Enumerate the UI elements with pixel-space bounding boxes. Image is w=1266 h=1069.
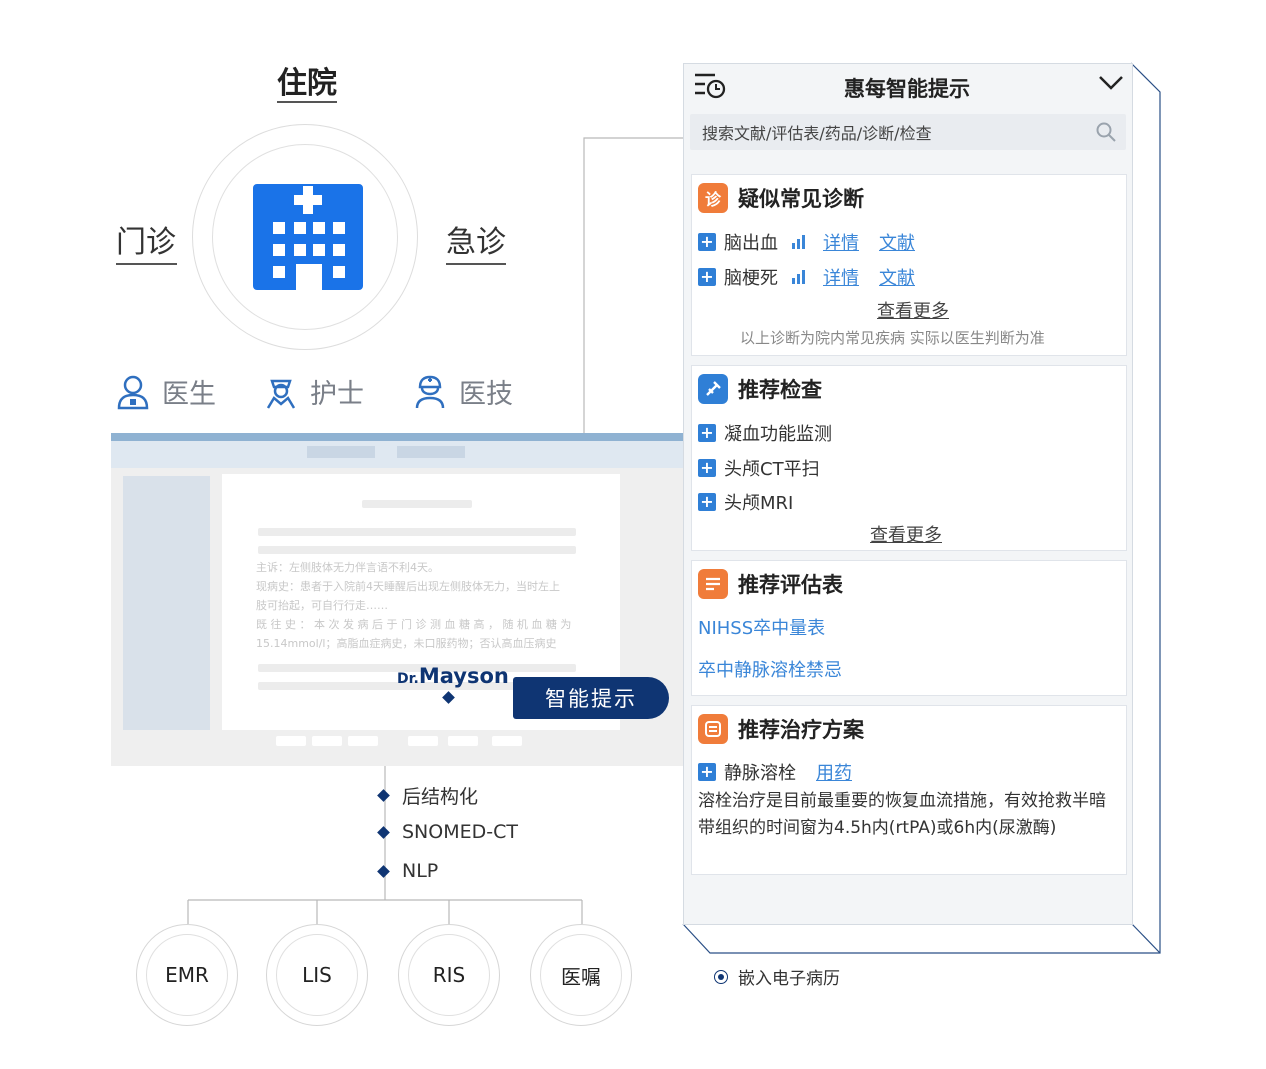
treatment-description: 溶栓治疗是目前最重要的恢复血流措施，有效抢救半暗带组织的时间窗为4.5h内(rt…: [698, 791, 1106, 838]
add-icon[interactable]: +: [698, 459, 716, 477]
dept-emergency-underline: [446, 263, 506, 265]
role-technician-label: 医技: [459, 379, 513, 410]
see-more-link[interactable]: 查看更多: [870, 521, 942, 547]
bullet-diamond: [377, 825, 390, 839]
emr-window-toolbar: [111, 441, 683, 468]
detail-link[interactable]: 详情: [823, 229, 859, 255]
technician-icon: [415, 375, 445, 408]
diagnosis-card: 诊 疑似常见诊断 + 脑出血 详情 文献 + 脑梗死 详情 文献 查看更多 以上…: [691, 174, 1127, 356]
add-icon[interactable]: +: [698, 268, 716, 286]
diagnosis-icon: 诊: [698, 183, 728, 213]
bullet-diamond: [377, 864, 390, 878]
literature-link[interactable]: 文献: [879, 264, 915, 290]
assessments-card: 推荐评估表 NIHSS卒中量表 卒中静脉溶栓禁忌: [691, 560, 1127, 696]
role-doctor-label: 医生: [162, 379, 216, 410]
system-orders: 医嘱: [530, 924, 632, 1026]
panel-title: 惠每智能提示: [844, 77, 970, 101]
exams-title: 推荐检查: [738, 378, 822, 402]
dept-inpatient: 住院: [277, 66, 337, 101]
treatment-card: 推荐治疗方案 + 静脉溶栓 用药 溶栓治疗是目前最重要的恢复血流措施，有效抢救半…: [691, 705, 1127, 875]
see-more-link[interactable]: 查看更多: [877, 297, 949, 323]
role-technician: 医技: [413, 372, 513, 411]
treatment-icon: [698, 714, 728, 744]
bullet-diamond: [377, 789, 390, 802]
dept-outpatient-underline: [116, 263, 177, 265]
add-icon[interactable]: +: [698, 493, 716, 511]
assessments-title: 推荐评估表: [738, 573, 843, 597]
stats-bar-icon[interactable]: [792, 270, 805, 284]
add-icon[interactable]: +: [698, 233, 716, 251]
diagnosis-note: 以上诊断为院内常见疾病 实际以医生判断为准: [740, 329, 1045, 347]
dr-mayson-logo: Dr.Mayson: [397, 664, 509, 688]
diagnosis-item: + 脑梗死 详情 文献: [698, 264, 915, 290]
add-icon[interactable]: +: [698, 424, 716, 442]
search-icon[interactable]: [1096, 122, 1116, 142]
emr-text-line: 现病史：患者于入院前4天睡醒后出现左侧肢体无力，当时左上: [256, 580, 560, 593]
emr-window-topbar: [111, 433, 683, 441]
history-menu-icon[interactable]: [693, 71, 727, 101]
diagnosis-item: + 脑出血 详情 文献: [698, 229, 915, 255]
assessment-link[interactable]: 卒中静脉溶栓禁忌: [698, 656, 842, 682]
exam-item: + 凝血功能监测: [698, 420, 832, 446]
exam-item: + 头颅MRI: [698, 489, 793, 515]
doctor-icon: [117, 375, 149, 409]
treatment-title: 推荐治疗方案: [738, 718, 864, 742]
emr-text-line: 既 往 史 ： 本 次 发 病 后 于 门 诊 测 血 糖 高 ， 随 机 血 …: [256, 618, 572, 631]
tech-item: 后结构化: [377, 782, 478, 809]
radio-dot-icon: [714, 969, 728, 984]
dept-outpatient: 门诊: [116, 225, 176, 260]
diagnosis-title: 疑似常见诊断: [738, 187, 864, 211]
dept-emergency: 急诊: [446, 225, 506, 260]
system-emr: EMR: [136, 924, 238, 1026]
exams-card: 推荐检查 + 凝血功能监测 + 头颅CT平扫 + 头颅MRI 查看更多: [691, 365, 1127, 551]
search-input[interactable]: 搜索文献/评估表/药品/诊断/检查: [690, 114, 1126, 150]
stats-bar-icon[interactable]: [792, 235, 805, 249]
hospital-icon: [253, 184, 363, 290]
drug-link[interactable]: 用药: [816, 759, 852, 785]
search-placeholder: 搜索文献/评估表/药品/诊断/检查: [702, 124, 932, 143]
tech-item: NLP: [377, 860, 438, 882]
syringe-icon: [698, 374, 728, 404]
role-doctor: 医生: [116, 372, 216, 411]
dept-inpatient-underline: [277, 101, 337, 103]
literature-link[interactable]: 文献: [879, 229, 915, 255]
treatment-item: + 静脉溶栓 用药: [698, 759, 852, 785]
role-nurse: 护士: [264, 372, 364, 411]
exam-item: + 头颅CT平扫: [698, 455, 820, 481]
role-nurse-label: 护士: [310, 379, 364, 410]
emr-text-line: 主诉：左侧肢体无力伴言语不利4天。: [256, 561, 439, 574]
emr-text-line: 肢可抬起，可自行行走……: [256, 599, 388, 612]
system-lis: LIS: [266, 924, 368, 1026]
detail-link[interactable]: 详情: [823, 264, 859, 290]
assessment-link[interactable]: NIHSS卒中量表: [698, 614, 825, 640]
system-ris: RIS: [398, 924, 500, 1026]
add-icon[interactable]: +: [698, 763, 716, 781]
smart-tip-panel: 惠每智能提示 搜索文献/评估表/药品/诊断/检查 诊 疑似常见诊断 + 脑出血 …: [683, 63, 1133, 925]
form-icon: [698, 569, 728, 599]
chevron-down-icon[interactable]: [1098, 74, 1124, 92]
tech-item: SNOMED-CT: [377, 821, 518, 843]
nurse-icon: [266, 379, 296, 409]
smart-tip-button[interactable]: 智能提示: [513, 677, 669, 719]
emr-text-line: 15.14mmol/l；高脂血症病史，未口服药物；否认高血压病史: [256, 637, 557, 650]
embed-emr-label: 嵌入电子病历: [714, 964, 840, 989]
emr-window-sidebar: [123, 476, 210, 730]
